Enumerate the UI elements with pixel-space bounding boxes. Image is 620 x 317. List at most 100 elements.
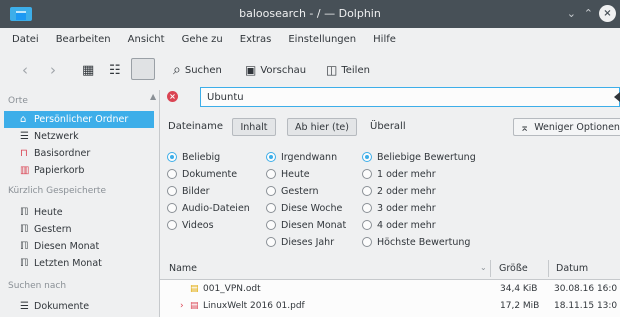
sidebar-item-label: Letzten Monat <box>34 258 102 269</box>
title-bar: baloosearch - / — Dolphin ⌄ ⌃ × <box>0 0 620 28</box>
preview-button-label: Vorschau <box>260 64 307 76</box>
search-for-header: Suchen nach <box>8 281 67 291</box>
menu-view[interactable]: Ansicht <box>128 34 165 45</box>
column-header-name[interactable]: Name <box>169 263 197 274</box>
search-input[interactable] <box>200 87 620 107</box>
root-folder-icon: ⊓ <box>20 148 28 159</box>
sidebar-item-last-month[interactable]: ℿ Letzten Monat <box>4 255 154 272</box>
radio-dot <box>167 152 177 162</box>
menu-bar: Datei Bearbeiten Ansicht Gehe zu Extras … <box>0 28 620 50</box>
radio-dot <box>362 203 372 213</box>
radio-dot <box>362 152 372 162</box>
split-button[interactable]: ◫ Teilen <box>326 60 370 80</box>
back-arrow-icon[interactable]: ‹ <box>22 60 28 80</box>
calendar-icon: ℿ <box>20 207 29 218</box>
menu-settings[interactable]: Einstellungen <box>288 34 356 45</box>
sidebar-item-label: Papierkorb <box>34 165 85 176</box>
minimize-button[interactable]: ⌄ <box>567 7 576 20</box>
radio-dot <box>266 169 276 179</box>
search-button[interactable]: ⌕ Suchen <box>173 60 222 80</box>
documents-icon: ☰ <box>20 301 29 312</box>
icons-view-icon[interactable]: ▦ <box>82 60 94 80</box>
search-arrow-icon[interactable] <box>614 92 620 102</box>
fewer-options-button[interactable]: ⌅ Weniger Optionen <box>513 118 620 136</box>
sidebar-item-label: Basisordner <box>34 148 91 159</box>
sidebar-item-this-month[interactable]: ℿ Diesen Monat <box>4 238 154 255</box>
radio-dot <box>266 220 276 230</box>
radio-date-this-month[interactable]: Diesen Monat <box>266 217 346 233</box>
radio-dot <box>362 169 372 179</box>
forward-arrow-icon[interactable]: › <box>50 60 56 80</box>
radio-type-images[interactable]: Bilder <box>167 183 210 199</box>
radio-rating-any[interactable]: Beliebige Bewertung <box>362 149 476 165</box>
sidebar-item-root[interactable]: ⊓ Basisordner <box>4 145 154 162</box>
sidebar-item-documents[interactable]: ☰ Dokumente <box>4 298 154 315</box>
details-view-active-frame <box>131 58 155 80</box>
radio-type-documents[interactable]: Dokumente <box>167 166 237 182</box>
sidebar-item-yesterday[interactable]: ℿ Gestern <box>4 221 154 238</box>
column-header-date[interactable]: Datum <box>556 263 588 274</box>
radio-dot <box>362 186 372 196</box>
menu-edit[interactable]: Bearbeiten <box>56 34 111 45</box>
column-divider[interactable] <box>490 260 491 277</box>
radio-rating-1[interactable]: 1 oder mehr <box>362 166 436 182</box>
radio-date-this-year[interactable]: Dieses Jahr <box>266 234 334 250</box>
table-row[interactable]: › ▤ LinuxWelt 2016 01.pdf 17,2 MiB 18.11… <box>160 298 620 315</box>
sidebar-item-network[interactable]: ☰ Netzwerk <box>4 128 154 145</box>
network-icon: ☰ <box>20 131 29 142</box>
sidebar-item-home[interactable]: ⌂ Persönlicher Ordner <box>4 111 154 128</box>
close-button[interactable]: × <box>599 5 616 22</box>
radio-date-yesterday[interactable]: Gestern <box>266 183 319 199</box>
scroll-up-icon[interactable]: ▲ <box>150 92 156 101</box>
clear-search-icon[interactable]: × <box>167 91 178 102</box>
calendar-icon: ℿ <box>20 258 29 269</box>
menu-help[interactable]: Hilfe <box>373 34 396 45</box>
expand-arrow-icon[interactable]: › <box>180 301 184 311</box>
from-here-button[interactable]: Ab hier (te) <box>287 118 357 136</box>
radio-label: Irgendwann <box>281 151 338 163</box>
sort-descending-icon[interactable]: ⌄ <box>480 263 487 272</box>
radio-dot <box>266 186 276 196</box>
sidebar-item-trash[interactable]: ▥ Papierkorb <box>4 162 154 179</box>
radio-date-anytime[interactable]: Irgendwann <box>266 149 337 165</box>
radio-label: Beliebig <box>182 151 221 163</box>
maximize-button[interactable]: ⌃ <box>584 7 593 20</box>
menu-tools[interactable]: Extras <box>240 34 272 45</box>
radio-type-videos[interactable]: Videos <box>167 217 214 233</box>
file-size: 17,2 MiB <box>500 301 540 311</box>
filename-option[interactable]: Dateiname <box>168 121 223 132</box>
radio-date-today[interactable]: Heute <box>266 166 310 182</box>
radio-rating-4[interactable]: 4 oder mehr <box>362 217 436 233</box>
menu-go[interactable]: Gehe zu <box>182 34 223 45</box>
file-name: 001_VPN.odt <box>203 284 261 294</box>
table-row[interactable]: ▤ 001_VPN.odt 34,4 KiB 30.08.16 16:0 <box>160 281 620 298</box>
sidebar-item-label: Gestern <box>34 224 72 235</box>
places-panel: Orte ▲ ⌂ Persönlicher Ordner ☰ Netzwerk … <box>0 90 160 317</box>
radio-label: Audio-Dateien <box>182 202 250 214</box>
content-option-button[interactable]: Inhalt <box>232 118 276 136</box>
radio-rating-highest[interactable]: Höchste Bewertung <box>362 234 470 250</box>
menu-file[interactable]: Datei <box>12 34 39 45</box>
file-date: 18.11.15 13:0 <box>554 301 618 311</box>
radio-rating-3[interactable]: 3 oder mehr <box>362 200 436 216</box>
everywhere-option[interactable]: Überall <box>370 121 406 132</box>
radio-type-any[interactable]: Beliebig <box>167 149 220 165</box>
home-icon: ⌂ <box>20 114 27 125</box>
split-button-label: Teilen <box>341 64 370 76</box>
preview-button[interactable]: ▣ Vorschau <box>245 60 306 80</box>
sidebar-item-label: Heute <box>34 207 63 218</box>
radio-rating-2[interactable]: 2 oder mehr <box>362 183 436 199</box>
radio-dot <box>167 203 177 213</box>
column-header: Name ⌄ Größe Datum <box>160 257 620 280</box>
radio-type-audio[interactable]: Audio-Dateien <box>167 200 250 216</box>
column-divider[interactable] <box>548 260 549 277</box>
radio-date-this-week[interactable]: Diese Woche <box>266 200 342 216</box>
radio-label: Diesen Monat <box>281 219 347 231</box>
window-title: baloosearch - / — Dolphin <box>239 7 381 20</box>
compact-view-icon[interactable]: ☷ <box>109 60 121 80</box>
preview-icon: ▣ <box>245 63 257 77</box>
search-bar: × <box>162 87 620 109</box>
sidebar-item-today[interactable]: ℿ Heute <box>4 204 154 221</box>
column-header-size[interactable]: Größe <box>499 263 528 274</box>
collapse-icon: ⌅ <box>520 120 530 134</box>
